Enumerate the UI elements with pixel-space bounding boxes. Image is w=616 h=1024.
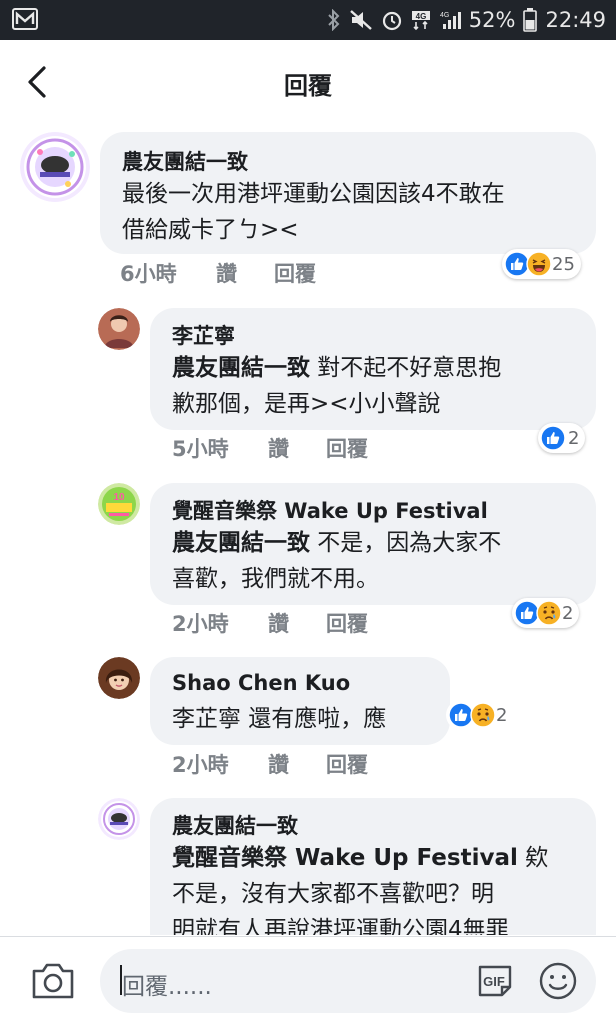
avatar[interactable] — [98, 798, 140, 840]
mention-link[interactable]: 覺醒音樂祭 Wake Up Festival — [172, 845, 518, 871]
reply-input-placeholder: 回覆...... — [122, 974, 212, 1000]
smiley-icon[interactable] — [538, 961, 578, 1001]
reply-composer: 回覆...... GIF — [0, 936, 616, 1024]
camera-icon[interactable] — [30, 961, 76, 1001]
comment-text-line: 不是，沒有大家都不喜歡吧？明 — [172, 881, 494, 907]
comment-text: 覺醒音樂祭 Wake Up Festival 欸 不是，沒有大家都不喜歡吧？明 … — [172, 840, 592, 935]
gif-label: GIF — [483, 974, 505, 989]
comment-author[interactable]: 農友團結一致 — [172, 810, 298, 840]
reply-input[interactable]: 回覆...... GIF — [100, 949, 596, 1013]
comment-text-line: 明就有人再說港坪運動公園4無罪 — [172, 917, 509, 935]
gif-button[interactable]: GIF — [474, 963, 516, 999]
comment-text-line: 欸 — [517, 845, 549, 871]
reply-item: 農友團結一致 覺醒音樂祭 Wake Up Festival 欸 不是，沒有大家都… — [0, 0, 616, 935]
